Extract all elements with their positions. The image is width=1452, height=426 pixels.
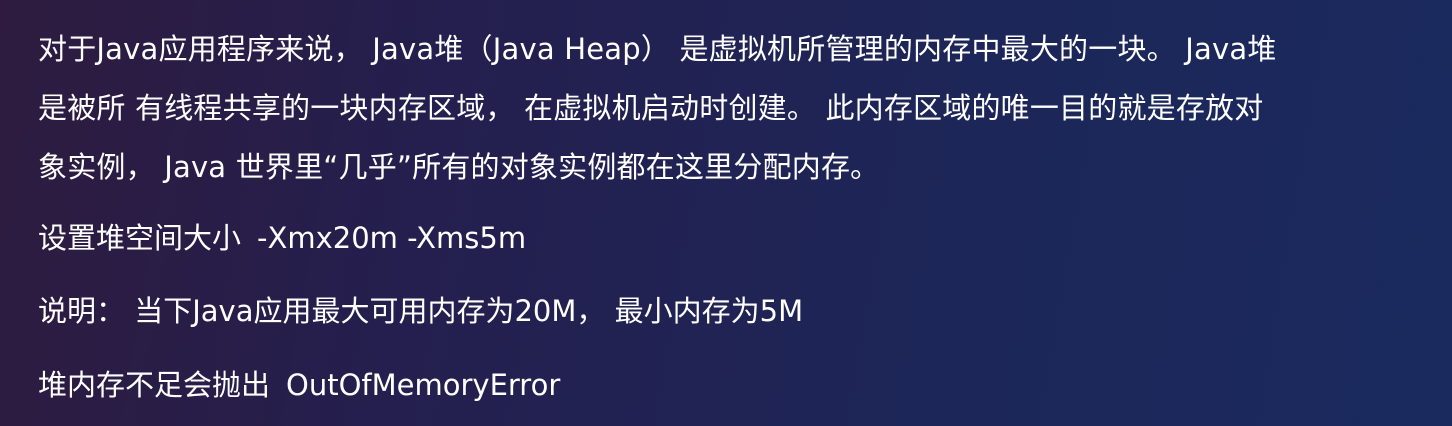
intro-line-3: 象实例， Java 世界里“几乎”所有的对象实例都在这里分配内存。 — [38, 150, 880, 184]
intro-paragraph: 对于Java应用程序来说， Java堆（Java Heap） 是虚拟机所管理的内… — [38, 20, 1418, 197]
oom-note: 堆内存不足会抛出 OutOfMemoryError — [38, 367, 560, 403]
heap-size-note: 设置堆空间大小 -Xmx20m -Xms5m — [38, 220, 526, 256]
slide-content: 对于Java应用程序来说， Java堆（Java Heap） 是虚拟机所管理的内… — [38, 20, 1418, 402]
oom-label: 堆内存不足会抛出 — [38, 368, 271, 402]
explain-text: 说明： 当下Java应用最大可用内存为20M， 最小内存为5M — [38, 294, 804, 328]
heap-size-label: 设置堆空间大小 — [38, 221, 242, 255]
oom-value: OutOfMemoryError — [286, 368, 561, 402]
intro-line-1: 对于Java应用程序来说， Java堆（Java Heap） 是虚拟机所管理的内… — [38, 32, 1277, 66]
explain-note: 说明： 当下Java应用最大可用内存为20M， 最小内存为5M — [38, 293, 803, 329]
intro-line-2: 是被所 有线程共享的一块内存区域， 在虚拟机启动时创建。 此内存区域的唯一目的就… — [38, 91, 1264, 125]
heap-size-value: -Xmx20m -Xms5m — [257, 221, 527, 255]
